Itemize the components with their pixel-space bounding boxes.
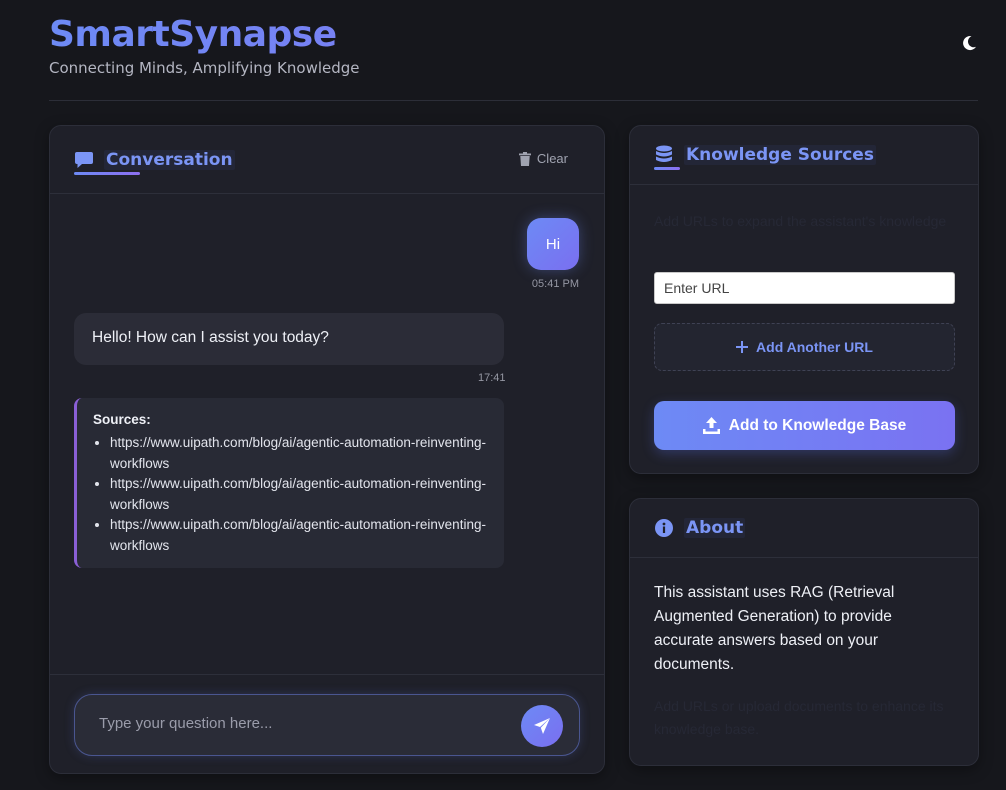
conversation-header: Conversation Clear bbox=[50, 126, 604, 194]
paper-plane-icon bbox=[534, 718, 550, 734]
trash-icon bbox=[518, 151, 531, 166]
title-underline bbox=[654, 167, 680, 170]
chat-bubble-icon bbox=[74, 150, 94, 170]
chat-input-area bbox=[50, 674, 604, 773]
upload-icon bbox=[702, 417, 720, 434]
knowledge-sources-panel: Knowledge Sources Add URLs to expand the… bbox=[629, 125, 979, 474]
sources-list: https://www.uipath.com/blog/ai/agentic-a… bbox=[93, 433, 488, 556]
source-link[interactable]: https://www.uipath.com/blog/ai/agentic-a… bbox=[110, 476, 486, 512]
add-another-url-label: Add Another URL bbox=[756, 339, 873, 355]
moon-icon bbox=[963, 36, 976, 51]
add-to-knowledge-base-label: Add to Knowledge Base bbox=[728, 416, 907, 434]
source-item: https://www.uipath.com/blog/ai/agentic-a… bbox=[110, 433, 488, 474]
app-title: SmartSynapse bbox=[49, 14, 978, 56]
chat-input-container bbox=[74, 694, 580, 756]
sources-box: Sources: https://www.uipath.com/blog/ai/… bbox=[74, 398, 504, 568]
title-underline bbox=[74, 172, 140, 175]
conversation-title: Conversation bbox=[104, 149, 235, 170]
about-panel: About This assistant uses RAG (Retrieval… bbox=[629, 498, 979, 766]
user-message-time: 05:41 PM bbox=[531, 278, 579, 290]
app-header: SmartSynapse Connecting Minds, Amplifyin… bbox=[49, 14, 978, 101]
knowledge-sources-title: Knowledge Sources bbox=[684, 145, 876, 165]
url-input[interactable] bbox=[654, 272, 955, 304]
source-item: https://www.uipath.com/blog/ai/agentic-a… bbox=[110, 474, 488, 515]
message-list[interactable]: Hi 05:41 PM Hello! How can I assist you … bbox=[50, 194, 604, 674]
database-icon bbox=[654, 145, 674, 165]
question-input[interactable] bbox=[99, 715, 499, 732]
app-tagline: Connecting Minds, Amplifying Knowledge bbox=[49, 59, 360, 77]
about-title: About bbox=[684, 518, 746, 538]
source-item: https://www.uipath.com/blog/ai/agentic-a… bbox=[110, 515, 488, 556]
bot-message: Hello! How can I assist you today? bbox=[74, 313, 504, 365]
about-header: About bbox=[630, 499, 978, 558]
clear-button[interactable]: Clear bbox=[518, 151, 568, 166]
about-note: Add URLs or upload documents to enhance … bbox=[654, 698, 944, 737]
plus-icon bbox=[736, 341, 749, 353]
send-button[interactable] bbox=[521, 705, 563, 747]
add-another-url-button[interactable]: Add Another URL bbox=[654, 323, 955, 371]
source-link[interactable]: https://www.uipath.com/blog/ai/agentic-a… bbox=[110, 435, 486, 471]
user-message: Hi bbox=[527, 218, 579, 270]
about-text: This assistant uses RAG (Retrieval Augme… bbox=[654, 584, 895, 673]
source-link[interactable]: https://www.uipath.com/blog/ai/agentic-a… bbox=[110, 517, 486, 553]
user-message-text: Hi bbox=[545, 235, 561, 253]
bot-message-time: 17:41 bbox=[478, 372, 506, 384]
bot-message-text: Hello! How can I assist you today? bbox=[92, 329, 329, 346]
add-to-knowledge-base-button[interactable]: Add to Knowledge Base bbox=[654, 401, 955, 450]
info-icon bbox=[654, 518, 674, 538]
conversation-panel: Conversation Clear Hi 05:41 PM Hello! Ho… bbox=[49, 125, 605, 774]
sources-title: Sources: bbox=[93, 412, 151, 427]
knowledge-sources-description: Add URLs to expand the assistant's knowl… bbox=[654, 213, 947, 229]
theme-toggle-button[interactable] bbox=[960, 34, 978, 52]
knowledge-sources-header: Knowledge Sources bbox=[630, 126, 978, 185]
clear-button-label: Clear bbox=[536, 151, 568, 166]
